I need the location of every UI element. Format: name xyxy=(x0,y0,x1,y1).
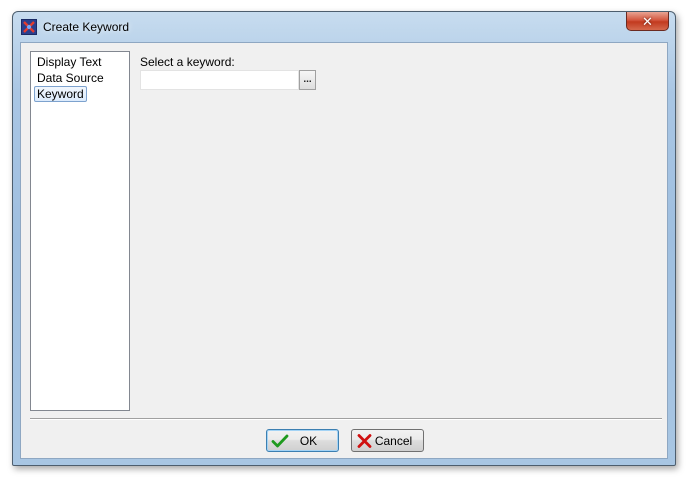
browse-keyword-button[interactable]: ... xyxy=(299,70,316,90)
ok-button[interactable]: OK xyxy=(266,429,339,452)
nav-item-display-text[interactable]: Display Text xyxy=(32,54,129,70)
nav-item-label: Display Text xyxy=(37,55,102,69)
category-list[interactable]: Display Text Data Source Keyword xyxy=(30,51,130,411)
close-icon: ✕ xyxy=(642,13,653,29)
cancel-button-label: Cancel xyxy=(374,433,413,448)
close-button[interactable]: ✕ xyxy=(626,12,669,31)
nav-item-label: Data Source xyxy=(37,71,104,85)
app-icon xyxy=(21,19,37,35)
footer-separator xyxy=(30,418,662,420)
cancel-button[interactable]: Cancel xyxy=(351,429,424,452)
red-x-icon xyxy=(357,433,372,448)
checkmark-icon xyxy=(271,434,289,447)
dialog-client-area: Display Text Data Source Keyword Select … xyxy=(20,42,668,459)
nav-item-data-source[interactable]: Data Source xyxy=(32,70,129,86)
ok-button-label: OK xyxy=(299,433,318,448)
nav-item-keyword[interactable]: Keyword xyxy=(32,86,129,102)
title-bar[interactable]: Create Keyword ✕ xyxy=(13,12,675,42)
keyword-input[interactable] xyxy=(140,70,299,90)
create-keyword-dialog: Create Keyword ✕ Display Text Data Sourc… xyxy=(12,11,676,466)
window-title: Create Keyword xyxy=(43,20,130,34)
nav-item-label: Keyword xyxy=(34,86,87,102)
keyword-field-label: Select a keyword: xyxy=(140,55,235,69)
